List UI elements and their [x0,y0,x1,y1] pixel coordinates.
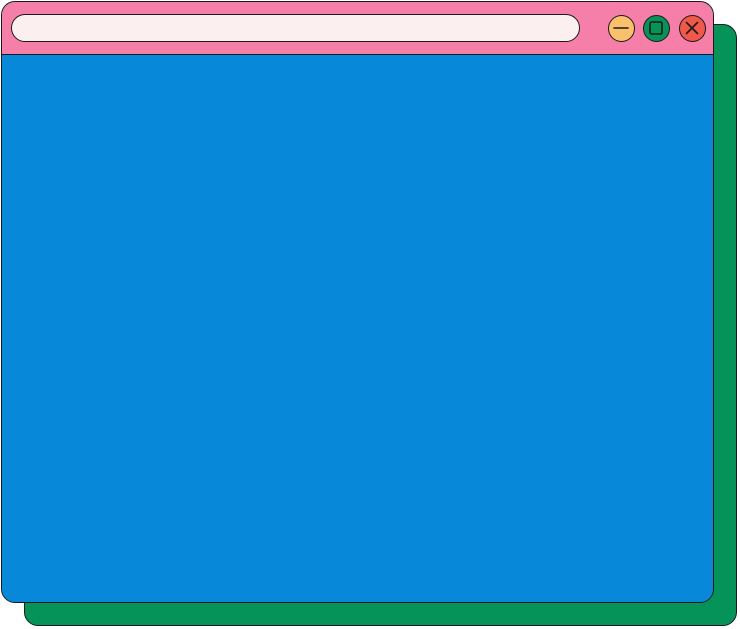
minimize-button[interactable] [608,15,635,42]
window-content-area [2,55,713,602]
stage [0,0,740,629]
app-window [1,1,714,603]
title-bar [2,2,713,55]
maximize-button[interactable] [643,15,670,42]
close-button[interactable] [679,15,706,42]
address-bar[interactable] [11,14,580,42]
